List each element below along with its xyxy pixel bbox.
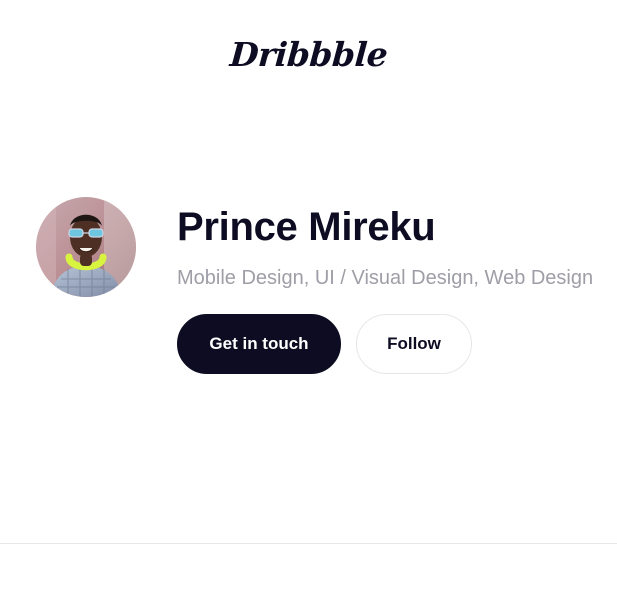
- get-in-touch-button[interactable]: Get in touch: [177, 314, 341, 374]
- profile-skills: Mobile Design, UI / Visual Design, Web D…: [177, 267, 594, 289]
- avatar[interactable]: [36, 197, 136, 297]
- site-header: Dribbble: [0, 35, 617, 74]
- profile-actions: Get in touch Follow: [177, 314, 612, 374]
- profile-page: Dribbble Prince Mireku Mobile Design, UI…: [0, 0, 617, 595]
- dribbble-logo[interactable]: Dribbble: [228, 35, 388, 74]
- profile-name: Prince Mireku: [177, 205, 436, 249]
- profile-summary: Prince Mireku Mobile Design, UI / Visual…: [177, 204, 612, 374]
- avatar-photo: [36, 197, 136, 297]
- follow-button[interactable]: Follow: [356, 314, 472, 374]
- section-divider: [0, 543, 617, 544]
